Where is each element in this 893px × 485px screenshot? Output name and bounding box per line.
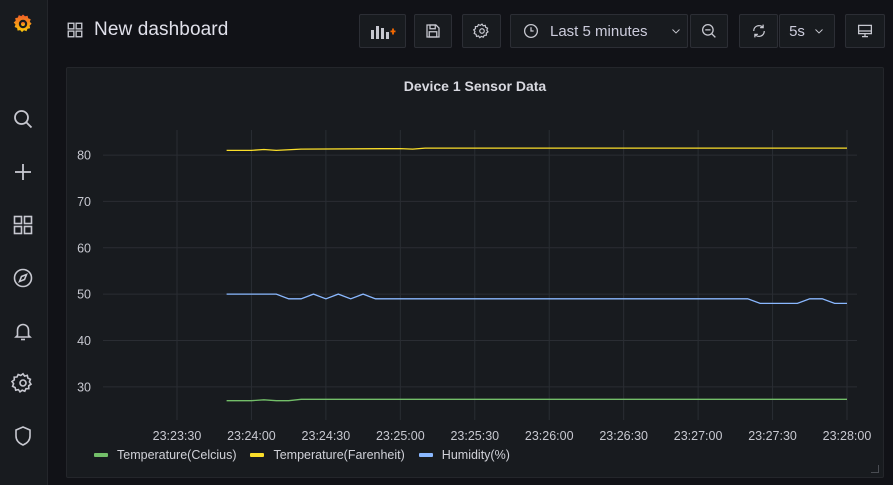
search-icon[interactable]	[8, 104, 38, 134]
legend-item[interactable]: Temperature(Farenheit)	[250, 448, 405, 462]
add-panel-icon	[370, 26, 395, 39]
series-line-temperature-farenheit[interactable]	[226, 147, 847, 152]
refresh-interval-label: 5s	[789, 22, 805, 40]
x-tick-label: 23:27:30	[748, 429, 797, 443]
y-tick-label: 60	[77, 241, 91, 255]
graph-panel[interactable]: Device 1 Sensor Data 23:23:30 23:24:00 23:…	[66, 67, 884, 478]
series-line-humidity[interactable]	[226, 293, 847, 305]
alerting-bell-icon[interactable]	[8, 316, 38, 346]
clock-icon	[523, 23, 539, 39]
cycle-view-mode-button[interactable]	[845, 14, 885, 48]
x-tick-label: 23:26:30	[599, 429, 648, 443]
configuration-gear-icon[interactable]	[8, 368, 38, 398]
save-icon	[426, 24, 440, 38]
chevron-down-icon	[815, 29, 823, 34]
add-panel-button[interactable]	[359, 14, 406, 48]
grafana-logo-icon[interactable]	[8, 9, 38, 39]
x-tick-label: 23:24:30	[302, 429, 351, 443]
legend-item[interactable]: Temperature(Celcius)	[94, 448, 236, 462]
refresh-icon	[752, 24, 765, 38]
time-range-label: Last 5 minutes	[550, 22, 648, 40]
explore-compass-icon[interactable]	[8, 263, 38, 293]
legend-item[interactable]: Humidity(%)	[418, 448, 510, 462]
x-tick-label: 23:25:30	[450, 429, 499, 443]
x-tick-label: 23:28:00	[823, 429, 872, 443]
legend-label: Temperature(Farenheit)	[273, 448, 405, 462]
legend-swatch	[418, 453, 433, 457]
time-series-chart[interactable]: 23:23:30 23:24:00 23:24:30 23:25:00 23:25:30…	[67, 68, 885, 479]
series-line-temperature-celcius[interactable]	[226, 398, 847, 402]
chart-legend: Temperature(Celcius) Temperature(Farenhei…	[94, 448, 510, 462]
legend-label: Temperature(Celcius)	[117, 448, 237, 462]
sidebar	[0, 0, 48, 485]
settings-gear-icon	[472, 23, 489, 39]
tv-monitor-icon	[857, 24, 873, 38]
time-range-picker[interactable]: Last 5 minutes	[510, 14, 688, 48]
chevron-down-icon	[671, 29, 680, 34]
panel-resize-handle[interactable]	[871, 465, 879, 473]
legend-swatch	[250, 453, 265, 457]
x-tick-label: 23:27:00	[674, 429, 723, 443]
legend-swatch	[94, 453, 108, 457]
plus-icon[interactable]	[8, 157, 38, 187]
server-admin-shield-icon[interactable]	[8, 421, 38, 451]
save-dashboard-button[interactable]	[414, 14, 452, 48]
dashboard-grid-icon	[67, 22, 83, 38]
x-tick-label: 23:26:00	[525, 429, 574, 443]
dashboard-title[interactable]: New dashboard	[94, 19, 228, 41]
y-tick-label: 50	[77, 288, 91, 302]
legend-label: Humidity(%)	[441, 448, 510, 462]
y-tick-label: 30	[77, 380, 91, 394]
dashboard-settings-button[interactable]	[462, 14, 501, 48]
dashboard-title-area[interactable]: New dashboard	[66, 19, 228, 41]
refresh-dashboard-button[interactable]	[739, 14, 778, 48]
dashboard-navbar: New dashboard Last 5 minutes 5s	[48, 0, 893, 62]
zoom-out-time-range-button[interactable]	[690, 14, 728, 48]
y-tick-label: 70	[77, 195, 91, 209]
x-tick-label: 23:25:00	[376, 429, 425, 443]
y-tick-label: 40	[77, 334, 91, 348]
zoom-out-icon	[701, 23, 716, 38]
x-tick-label: 23:23:30	[153, 429, 202, 443]
refresh-interval-picker[interactable]: 5s	[779, 14, 835, 48]
x-tick-label: 23:24:00	[227, 429, 276, 443]
grafana-logo-glyph	[13, 14, 32, 33]
y-tick-label: 80	[77, 149, 91, 163]
dashboards-icon[interactable]	[8, 210, 38, 240]
